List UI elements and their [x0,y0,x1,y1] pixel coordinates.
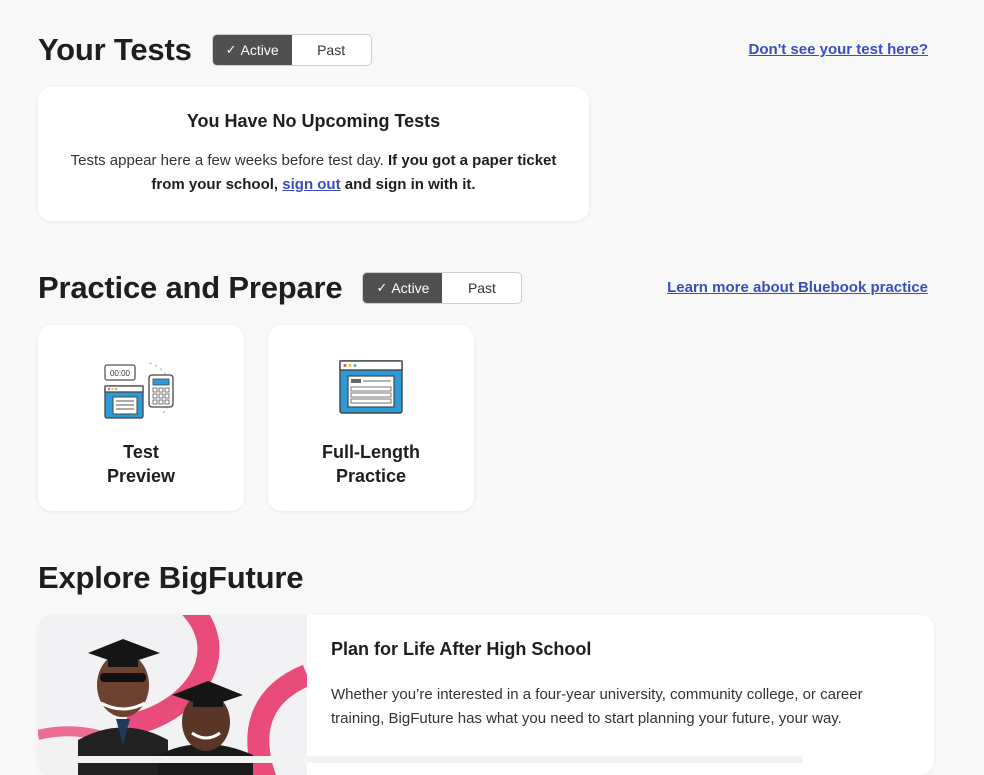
your-tests-title: Your Tests [38,32,192,67]
practice-toggle: ✓ Active Past [362,272,523,304]
check-icon: ✓ [376,280,388,295]
browser-document-icon [268,359,474,423]
no-upcoming-tests-card: You Have No Upcoming Tests Tests appear … [38,87,589,221]
active-label: Active [391,280,430,296]
explore-card-body: Whether you’re interested in a four-year… [331,686,863,727]
bottom-divider [38,756,803,763]
explore-title: Explore BigFuture [38,560,304,595]
practice-title: Practice and Prepare [38,270,343,305]
no-tests-heading: You Have No Upcoming Tests [186,111,441,131]
sign-out-link[interactable]: sign out [282,176,340,193]
full-length-practice-card[interactable]: Full-Length Practice [268,325,474,511]
learn-more-bluebook-link[interactable]: Learn more about Bluebook practice [667,279,928,296]
dont-see-test-link[interactable]: Don't see your test here? [749,41,928,58]
practice-header: Practice and Prepare ✓ Active Past [38,270,523,306]
active-label: Active [240,42,279,58]
practice-active-tab[interactable]: ✓ Active [363,273,443,303]
explore-card-heading: Plan for Life After High School [331,639,592,659]
timer-calculator-icon: 00:00 [38,359,244,423]
your-tests-past-tab[interactable]: Past [292,35,371,65]
practice-past-tab[interactable]: Past [442,273,521,303]
plan-life-after-high-school-card[interactable]: Plan for Life After High School Whether … [38,615,934,775]
check-icon: ✓ [225,42,237,57]
explore-text: Plan for Life After High School Whether … [331,639,911,731]
your-tests-toggle: ✓ Active Past [211,34,372,66]
explore-header: Explore BigFuture [38,560,303,596]
no-tests-text: Tests appear here a few weeks before tes… [70,152,557,193]
graduates-photo [38,615,312,775]
test-preview-label: Test Preview [106,442,176,486]
your-tests-active-tab[interactable]: ✓ Active [212,35,292,65]
full-length-practice-label: Full-Length Practice [322,442,420,486]
test-preview-card[interactable]: 00:00 Test Preview [38,325,244,511]
svg-text:00:00: 00:00 [110,369,131,378]
your-tests-header: Your Tests ✓ Active Past [38,32,372,68]
